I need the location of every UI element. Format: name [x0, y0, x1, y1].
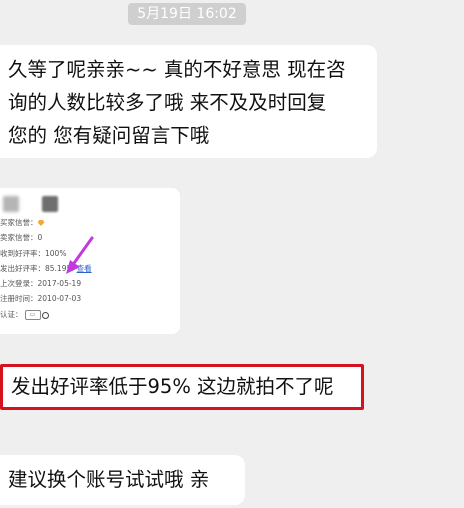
blurred-avatar: [42, 196, 58, 212]
message-timestamp: 5月19日 16:02: [128, 3, 246, 25]
verified-badge-icon: ▭: [24, 310, 41, 320]
message-text: 建议换个账号试试哦 亲: [8, 468, 210, 491]
message-text-line: 久等了呢亲亲~~ 真的不好意思 现在咨: [8, 58, 346, 81]
seller-credit-row: 买家信誉：: [0, 218, 45, 228]
seller-credit-label: 买家信誉：: [0, 218, 38, 227]
verify-label: 认证：: [0, 310, 23, 319]
blurred-avatar: [3, 196, 19, 212]
register-time-row: 注册时间：2010-07-03: [0, 294, 82, 303]
message-text-line: 您的 您有疑问留言下哦: [8, 124, 210, 147]
magnifier-icon: [41, 311, 49, 319]
buyer-credit-row: 卖家信誉：0: [0, 233, 43, 242]
message-text-line: 询的人数比较多了哦 来不及及时回复: [8, 91, 327, 114]
message-bubble-apology[interactable]: 久等了呢亲亲~~ 真的不好意思 现在咨 询的人数比较多了哦 来不及及时回复 您的…: [0, 45, 377, 158]
pointer-arrow-icon: [66, 236, 94, 274]
message-text: 发出好评率低于95% 这边就拍不了呢: [11, 375, 334, 398]
chat-window: 5月19日 16:02 久等了呢亲亲~~ 真的不好意思 现在咨 询的人数比较多了…: [0, 0, 464, 508]
received-rate-row: 收到好评率：100%: [0, 249, 67, 258]
verify-row: 认证： ▭: [0, 310, 49, 320]
diamond-icon: [37, 220, 45, 226]
message-bubble-suggestion[interactable]: 建议换个账号试试哦 亲: [0, 455, 245, 505]
last-login-row: 上次登录：2017-05-19: [0, 279, 82, 288]
message-bubble-highlighted[interactable]: 发出好评率低于95% 这边就拍不了呢: [0, 364, 364, 410]
